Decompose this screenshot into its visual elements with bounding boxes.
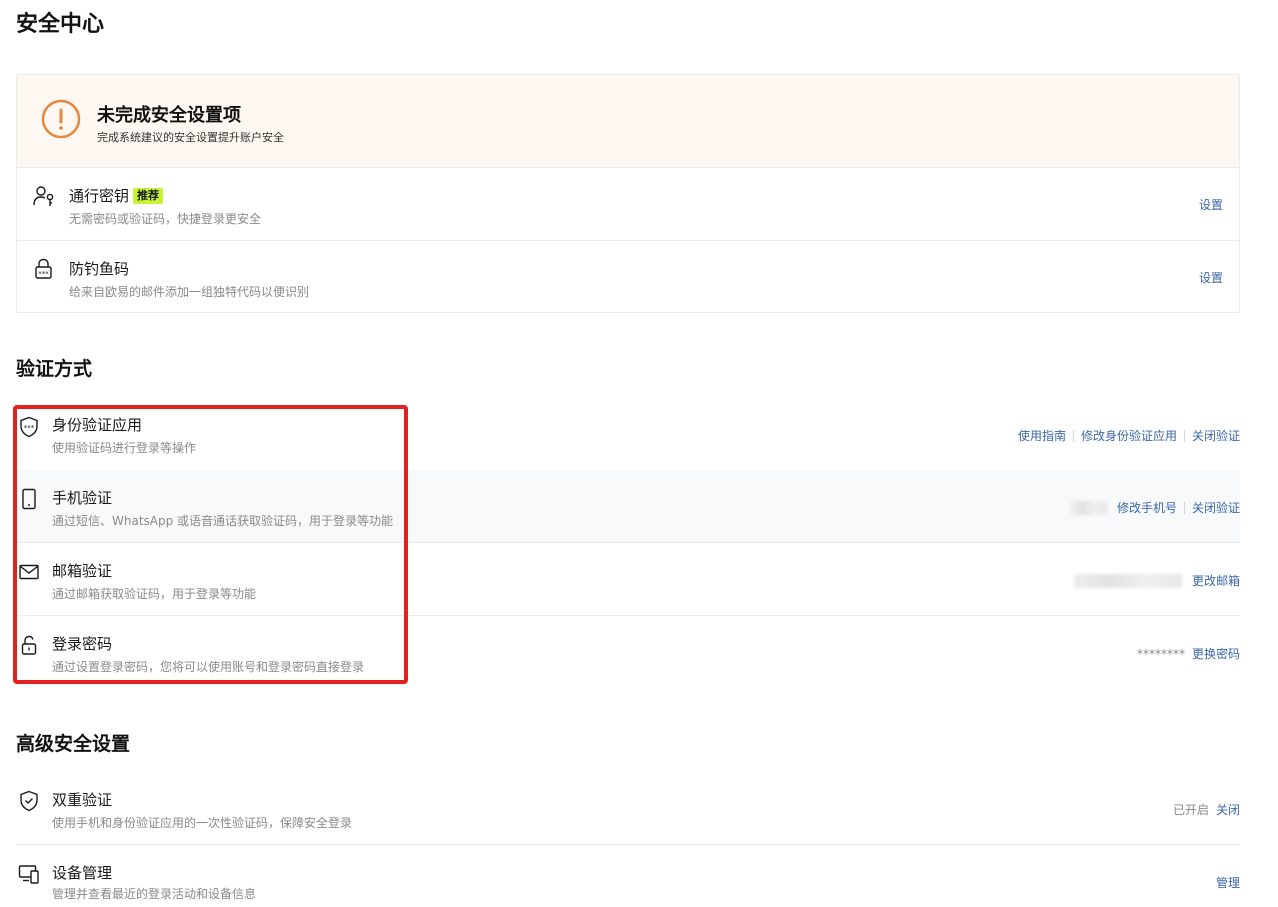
- phone-title: 手机验证: [52, 489, 113, 507]
- authenticator-desc: 使用验证码进行登录等操作: [52, 441, 197, 455]
- svg-text:***: ***: [38, 270, 49, 278]
- svg-text:***: ***: [24, 424, 35, 432]
- recommended-badge: 推荐: [133, 188, 164, 204]
- disable-two-factor-link[interactable]: 关闭: [1216, 801, 1240, 818]
- incomplete-settings-header: 未完成安全设置项 完成系统建议的安全设置提升账户安全: [17, 75, 1239, 167]
- mail-icon: [19, 564, 39, 580]
- two-factor-title: 双重验证: [52, 791, 113, 809]
- anti-phishing-row: *** 防钓鱼码 给来自欧易的邮件添加一组独特代码以便识别 设置: [17, 240, 1239, 313]
- divider: [1183, 501, 1185, 514]
- phone-row: 手机验证 通过短信、WhatsApp 或语音通话获取验证码，用于登录等功能 修改…: [16, 470, 1240, 543]
- verification-section-title: 验证方式: [16, 358, 93, 380]
- advanced-section-title: 高级安全设置: [16, 733, 131, 755]
- disable-phone-link[interactable]: 关闭验证: [1192, 499, 1240, 516]
- devices-icon: [18, 865, 39, 884]
- shield-check-icon: [20, 790, 38, 812]
- lock-icon: [21, 635, 37, 655]
- masked-phone-number: [1070, 500, 1107, 515]
- two-factor-row: 双重验证 使用手机和身份验证应用的一次性验证码，保障安全登录 已开启 关闭: [16, 772, 1240, 845]
- manage-devices-link[interactable]: 管理: [1216, 874, 1240, 891]
- change-password-link[interactable]: 更换密码: [1192, 645, 1240, 662]
- email-desc: 通过邮箱获取验证码，用于登录等功能: [52, 587, 257, 601]
- disable-authenticator-link[interactable]: 关闭验证: [1192, 427, 1240, 444]
- two-factor-status: 已开启: [1172, 803, 1209, 817]
- change-phone-link[interactable]: 修改手机号: [1117, 499, 1177, 516]
- two-factor-desc: 使用手机和身份验证应用的一次性验证码，保障安全登录: [52, 816, 353, 830]
- authenticator-shield-icon: ***: [20, 416, 38, 438]
- device-management-title: 设备管理: [52, 864, 113, 882]
- incomplete-settings-title: 未完成安全设置项: [97, 105, 241, 126]
- change-authenticator-link[interactable]: 修改身份验证应用: [1081, 427, 1177, 444]
- device-management-row: 设备管理 管理并查看最近的登录活动和设备信息 管理: [16, 845, 1240, 907]
- passkey-desc: 无需密码或验证码，快捷登录更安全: [69, 212, 262, 226]
- authenticator-title: 身份验证应用: [52, 416, 143, 434]
- anti-phishing-icon: ***: [35, 258, 52, 279]
- phone-desc: 通过短信、WhatsApp 或语音通话获取验证码，用于登录等功能: [52, 514, 394, 528]
- change-email-link[interactable]: 更改邮箱: [1192, 572, 1240, 589]
- divider: [1183, 429, 1185, 442]
- incomplete-settings-subtitle: 完成系统建议的安全设置提升账户安全: [97, 131, 284, 144]
- anti-phishing-title: 防钓鱼码: [69, 260, 130, 278]
- phone-icon: [22, 488, 36, 510]
- email-title: 邮箱验证: [52, 562, 113, 580]
- passkey-row: 通行密钥 推荐 无需密码或验证码，快捷登录更安全 设置: [17, 167, 1239, 240]
- device-management-desc: 管理并查看最近的登录活动和设备信息: [52, 887, 257, 901]
- divider: [1072, 429, 1074, 442]
- usage-guide-link[interactable]: 使用指南: [1018, 427, 1066, 444]
- anti-phishing-desc: 给来自欧易的邮件添加一组独特代码以便识别: [69, 285, 310, 299]
- login-password-desc: 通过设置登录密码，您将可以使用账号和登录密码直接登录: [52, 660, 365, 674]
- passkey-title: 通行密钥: [69, 187, 130, 205]
- masked-email: [1073, 573, 1182, 588]
- passkey-setup-link[interactable]: 设置: [1199, 196, 1223, 213]
- passkey-icon: [33, 186, 54, 206]
- page-title: 安全中心: [16, 12, 105, 37]
- incomplete-settings-card: 未完成安全设置项 完成系统建议的安全设置提升账户安全 通行密钥 推荐 无需密码或验…: [16, 74, 1240, 313]
- login-password-row: 登录密码 通过设置登录密码，您将可以使用账号和登录密码直接登录 ********…: [16, 616, 1240, 689]
- login-password-title: 登录密码: [52, 635, 113, 653]
- masked-password: ********: [1136, 646, 1185, 661]
- email-row: 邮箱验证 通过邮箱获取验证码，用于登录等功能 更改邮箱: [16, 543, 1240, 616]
- warning-icon: [41, 99, 81, 139]
- anti-phishing-setup-link[interactable]: 设置: [1199, 269, 1223, 286]
